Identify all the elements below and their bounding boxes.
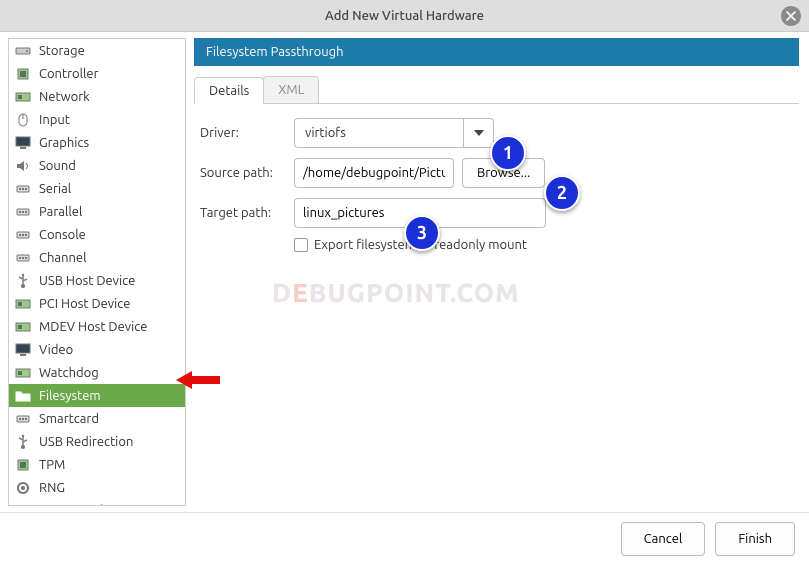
window-titlebar: Add New Virtual Hardware (0, 0, 809, 32)
sidebar-item-label: Video (39, 343, 73, 357)
sidebar-item-label: Watchdog (39, 366, 99, 380)
sidebar-item-sound[interactable]: Sound (9, 154, 185, 177)
filesystem-form: Driver: virtiofs Source path: Browse... … (194, 104, 799, 266)
sidebar-item-label: Graphics (39, 136, 89, 150)
sidebar-item-label: Panic Notifier (39, 504, 118, 507)
target-path-label: Target path: (200, 206, 286, 220)
sidebar-item-label: Sound (39, 159, 76, 173)
card-icon (15, 365, 31, 381)
sidebar-item-filesystem[interactable]: Filesystem (9, 384, 185, 407)
speaker-icon (15, 158, 31, 174)
sidebar-item-console[interactable]: Console (9, 223, 185, 246)
port-icon (15, 411, 31, 427)
source-path-label: Source path: (200, 166, 286, 180)
card-icon (15, 89, 31, 105)
sidebar-item-label: USB Host Device (39, 274, 135, 288)
chip-icon (15, 457, 31, 473)
monitor-icon (15, 342, 31, 358)
sidebar-item-label: Network (39, 90, 90, 104)
sidebar-item-label: Parallel (39, 205, 82, 219)
sidebar-item-label: PCI Host Device (39, 297, 130, 311)
sidebar-item-label: Storage (39, 44, 85, 58)
close-icon (786, 11, 796, 21)
sidebar-item-storage[interactable]: Storage (9, 39, 185, 62)
sidebar-item-controller[interactable]: Controller (9, 62, 185, 85)
source-path-input[interactable] (294, 158, 454, 188)
sidebar-item-smartcard[interactable]: Smartcard (9, 407, 185, 430)
port-icon (15, 227, 31, 243)
dialog-footer: Cancel Finish (0, 512, 809, 564)
sidebar-item-usb-host-device[interactable]: USB Host Device (9, 269, 185, 292)
content-panel: Filesystem Passthrough DetailsXML Driver… (190, 32, 809, 512)
sidebar-item-label: TPM (39, 458, 65, 472)
sidebar-item-label: Smartcard (39, 412, 99, 426)
sidebar-item-label: Input (39, 113, 70, 127)
sidebar-item-input[interactable]: Input (9, 108, 185, 131)
tab-details[interactable]: Details (194, 77, 264, 104)
sidebar-item-label: RNG (39, 481, 65, 495)
sidebar-item-video[interactable]: Video (9, 338, 185, 361)
sidebar-item-parallel[interactable]: Parallel (9, 200, 185, 223)
driver-label: Driver: (200, 126, 286, 140)
card-icon (15, 319, 31, 335)
chip-icon (15, 66, 31, 82)
sidebar-item-label: USB Redirection (39, 435, 133, 449)
disk-icon (15, 43, 31, 59)
sidebar-item-panic-notifier[interactable]: Panic Notifier (9, 499, 185, 506)
cancel-button[interactable]: Cancel (621, 522, 706, 556)
sidebar-item-network[interactable]: Network (9, 85, 185, 108)
mouse-icon (15, 112, 31, 128)
port-icon (15, 204, 31, 220)
gear-icon (15, 480, 31, 496)
sidebar-item-label: Controller (39, 67, 99, 81)
port-icon (15, 181, 31, 197)
window-close-button[interactable] (781, 6, 801, 26)
gear-icon (15, 503, 31, 507)
monitor-icon (15, 135, 31, 151)
driver-dropdown-button[interactable] (463, 119, 493, 147)
sidebar-item-mdev-host-device[interactable]: MDEV Host Device (9, 315, 185, 338)
sidebar-item-watchdog[interactable]: Watchdog (9, 361, 185, 384)
port-icon (15, 250, 31, 266)
sidebar-item-usb-redirection[interactable]: USB Redirection (9, 430, 185, 453)
folder-icon (15, 388, 31, 404)
sidebar-item-channel[interactable]: Channel (9, 246, 185, 269)
sidebar-item-graphics[interactable]: Graphics (9, 131, 185, 154)
finish-button[interactable]: Finish (715, 522, 795, 556)
driver-value: virtiofs (295, 126, 463, 140)
tab-xml[interactable]: XML (263, 76, 319, 103)
annotation-2: 2 (544, 175, 580, 211)
window-title: Add New Virtual Hardware (325, 9, 484, 23)
sidebar-item-label: Channel (39, 251, 87, 265)
sidebar-item-pci-host-device[interactable]: PCI Host Device (9, 292, 185, 315)
annotation-3: 3 (404, 215, 440, 251)
sidebar-item-serial[interactable]: Serial (9, 177, 185, 200)
tab-bar: DetailsXML (194, 76, 799, 104)
card-icon (15, 296, 31, 312)
sidebar-item-label: Filesystem (39, 389, 101, 403)
section-header: Filesystem Passthrough (194, 38, 799, 66)
sidebar-item-tpm[interactable]: TPM (9, 453, 185, 476)
sidebar-item-label: MDEV Host Device (39, 320, 147, 334)
usb-icon (15, 434, 31, 450)
usb-icon (15, 273, 31, 289)
driver-select[interactable]: virtiofs (294, 118, 494, 148)
chevron-down-icon (474, 130, 484, 136)
sidebar-item-label: Serial (39, 182, 71, 196)
sidebar-item-rng[interactable]: RNG (9, 476, 185, 499)
readonly-checkbox[interactable] (294, 238, 308, 252)
sidebar-item-label: Console (39, 228, 86, 242)
annotation-1: 1 (490, 135, 526, 171)
hardware-sidebar: Storage Controller Network Input Graphics Sou… (8, 38, 186, 506)
